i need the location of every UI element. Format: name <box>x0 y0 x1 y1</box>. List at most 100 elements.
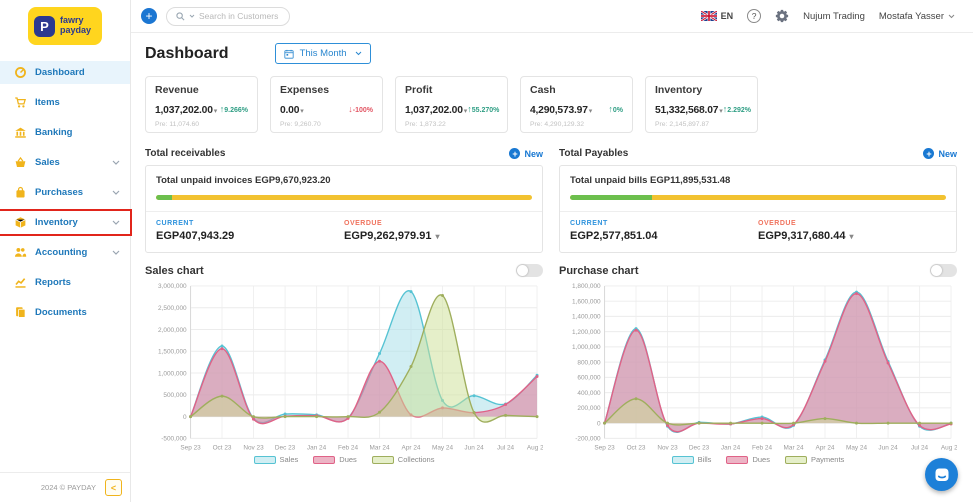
chevron-down-icon[interactable]: ▾ <box>214 108 218 115</box>
kpi-value: 4,290,573.97 <box>530 105 588 116</box>
chevron-down-icon: ▾ <box>436 232 440 241</box>
copyright-text: 2024 © PAYDAY <box>41 483 96 492</box>
payables-card: Total unpaid bills EGP11,895,531.48 CURR… <box>559 165 957 253</box>
svg-text:Nov 23: Nov 23 <box>243 444 264 451</box>
kpi-value: 51,332,568.07 <box>655 105 718 116</box>
messenger-icon <box>934 467 950 483</box>
chevron-down-icon[interactable]: ▾ <box>589 108 593 115</box>
chat-launcher-button[interactable] <box>925 458 958 491</box>
brand-logo[interactable]: P fawry payday <box>0 0 130 49</box>
legend-item[interactable]: Bills <box>672 455 712 464</box>
payables-overdue-value[interactable]: EGP9,317,680.44 ▾ <box>758 230 946 242</box>
gear-icon[interactable] <box>775 9 789 23</box>
company-switcher[interactable]: Nujum Trading <box>803 11 865 22</box>
new-bill-button[interactable]: + New <box>923 148 957 159</box>
receivables-overdue-value[interactable]: EGP9,262,979.91 ▾ <box>344 230 532 242</box>
kpi-title: Profit <box>405 84 498 96</box>
sidebar-item-documents[interactable]: Documents <box>0 301 130 324</box>
kpi-value: 0.00 <box>280 105 299 116</box>
search-input[interactable] <box>199 11 280 21</box>
language-selector[interactable]: EN <box>701 11 734 21</box>
kpi-card-profit: Profit1,037,202.00▾↑55.270%Pre: 1,873.22 <box>395 76 508 133</box>
chart-title: Purchase chart <box>559 265 638 277</box>
sidebar-nav: Dashboard Items Banking Sales Purchases Inven… <box>0 61 130 324</box>
main-area: + EN ? <box>131 0 973 502</box>
people-icon <box>13 246 27 260</box>
kpi-change: ↑0% <box>608 104 623 114</box>
charts-row: Sales chartSep 23Oct 23Nov 23Dec 23Jan 2… <box>145 264 957 464</box>
legend-item[interactable]: Sales <box>254 455 299 464</box>
overdue-label: OVERDUE <box>344 220 532 227</box>
language-code: EN <box>721 11 734 21</box>
current-label: CURRENT <box>156 220 344 227</box>
unpaid-invoices-summary: Total unpaid invoices EGP9,670,923.20 <box>156 175 532 186</box>
brand-line1: fawry <box>60 15 84 25</box>
svg-text:Oct 23: Oct 23 <box>627 444 646 451</box>
svg-text:Apr 24: Apr 24 <box>402 444 421 451</box>
receivables-card: Total unpaid invoices EGP9,670,923.20 CU… <box>145 165 543 253</box>
topbar: + EN ? <box>131 0 973 33</box>
legend-swatch <box>372 456 394 464</box>
sidebar-item-items[interactable]: Items <box>0 91 130 114</box>
svg-text:600,000: 600,000 <box>577 375 601 382</box>
sidebar-item-label: Documents <box>35 307 87 318</box>
svg-text:400,000: 400,000 <box>577 390 601 397</box>
user-menu[interactable]: Mostafa Yasser <box>879 11 955 22</box>
legend-swatch <box>313 456 335 464</box>
brand-line2: payday <box>60 25 91 35</box>
docs-icon <box>13 306 27 320</box>
chart-legend: Sales Dues Collections <box>145 455 543 464</box>
sidebar-item-banking[interactable]: Banking <box>0 121 130 144</box>
svg-text:Aug 24: Aug 24 <box>527 444 543 451</box>
chart-icon <box>13 276 27 290</box>
sidebar-item-dashboard[interactable]: Dashboard <box>0 61 130 84</box>
bag-icon <box>13 186 27 200</box>
global-search[interactable] <box>166 7 290 26</box>
app-root: P fawry payday Dashboard Items Banking Sale… <box>0 0 973 502</box>
sidebar-collapse-button[interactable]: < <box>105 479 122 496</box>
svg-text:800,000: 800,000 <box>577 359 601 366</box>
sidebar-item-sales[interactable]: Sales <box>0 151 130 174</box>
chevron-down-icon <box>948 14 955 19</box>
page-title: Dashboard <box>145 45 229 63</box>
help-icon[interactable]: ? <box>747 9 761 23</box>
purchase-chart-toggle[interactable] <box>930 264 957 277</box>
period-filter-dropdown[interactable]: This Month <box>275 43 371 64</box>
plus-icon: + <box>509 148 520 159</box>
search-scope-caret-icon[interactable] <box>189 14 195 18</box>
svg-text:Nov 23: Nov 23 <box>657 444 678 451</box>
legend-swatch <box>785 456 807 464</box>
sidebar-item-accounting[interactable]: Accounting <box>0 241 130 264</box>
new-invoice-button[interactable]: + New <box>509 148 543 159</box>
sidebar-item-purchases[interactable]: Purchases <box>0 181 130 204</box>
sidebar-item-label: Inventory <box>35 217 78 228</box>
sidebar-footer: 2024 © PAYDAY < <box>0 472 130 502</box>
kpi-card-expenses: Expenses0.00▾↓-100%Pre: 9,260.70 <box>270 76 383 133</box>
sidebar-item-inventory[interactable]: Inventory <box>0 211 130 234</box>
chevron-down-icon <box>112 220 120 225</box>
kpi-card-inventory: Inventory51,332,568.07▾↑2.292%Pre: 2,145… <box>645 76 758 133</box>
legend-item[interactable]: Payments <box>785 455 844 464</box>
svg-text:Jan 24: Jan 24 <box>307 444 327 451</box>
svg-text:1,800,000: 1,800,000 <box>572 283 601 290</box>
sidebar-item-reports[interactable]: Reports <box>0 271 130 294</box>
kpi-title: Expenses <box>280 84 373 96</box>
svg-text:Sep 23: Sep 23 <box>180 444 201 451</box>
chart-legend: Bills Dues Payments <box>559 455 957 464</box>
quick-add-button[interactable]: + <box>141 8 157 24</box>
basket-icon <box>13 156 27 170</box>
chevron-down-icon[interactable]: ▾ <box>300 108 304 115</box>
sidebar-item-label: Banking <box>35 127 72 138</box>
svg-text:1,400,000: 1,400,000 <box>572 314 601 321</box>
svg-text:May 24: May 24 <box>846 444 867 451</box>
legend-item[interactable]: Collections <box>372 455 435 464</box>
svg-text:Jan 24: Jan 24 <box>721 444 741 451</box>
legend-item[interactable]: Dues <box>313 455 357 464</box>
legend-swatch <box>726 456 748 464</box>
legend-item[interactable]: Dues <box>726 455 770 464</box>
plus-icon: + <box>923 148 934 159</box>
uk-flag-icon <box>701 11 717 21</box>
sales-chart-toggle[interactable] <box>516 264 543 277</box>
purchase-chart-svg: Sep 23Oct 23Nov 23Dec 23Jan 24Feb 24Mar … <box>559 280 957 454</box>
svg-text:Oct 23: Oct 23 <box>213 444 232 451</box>
